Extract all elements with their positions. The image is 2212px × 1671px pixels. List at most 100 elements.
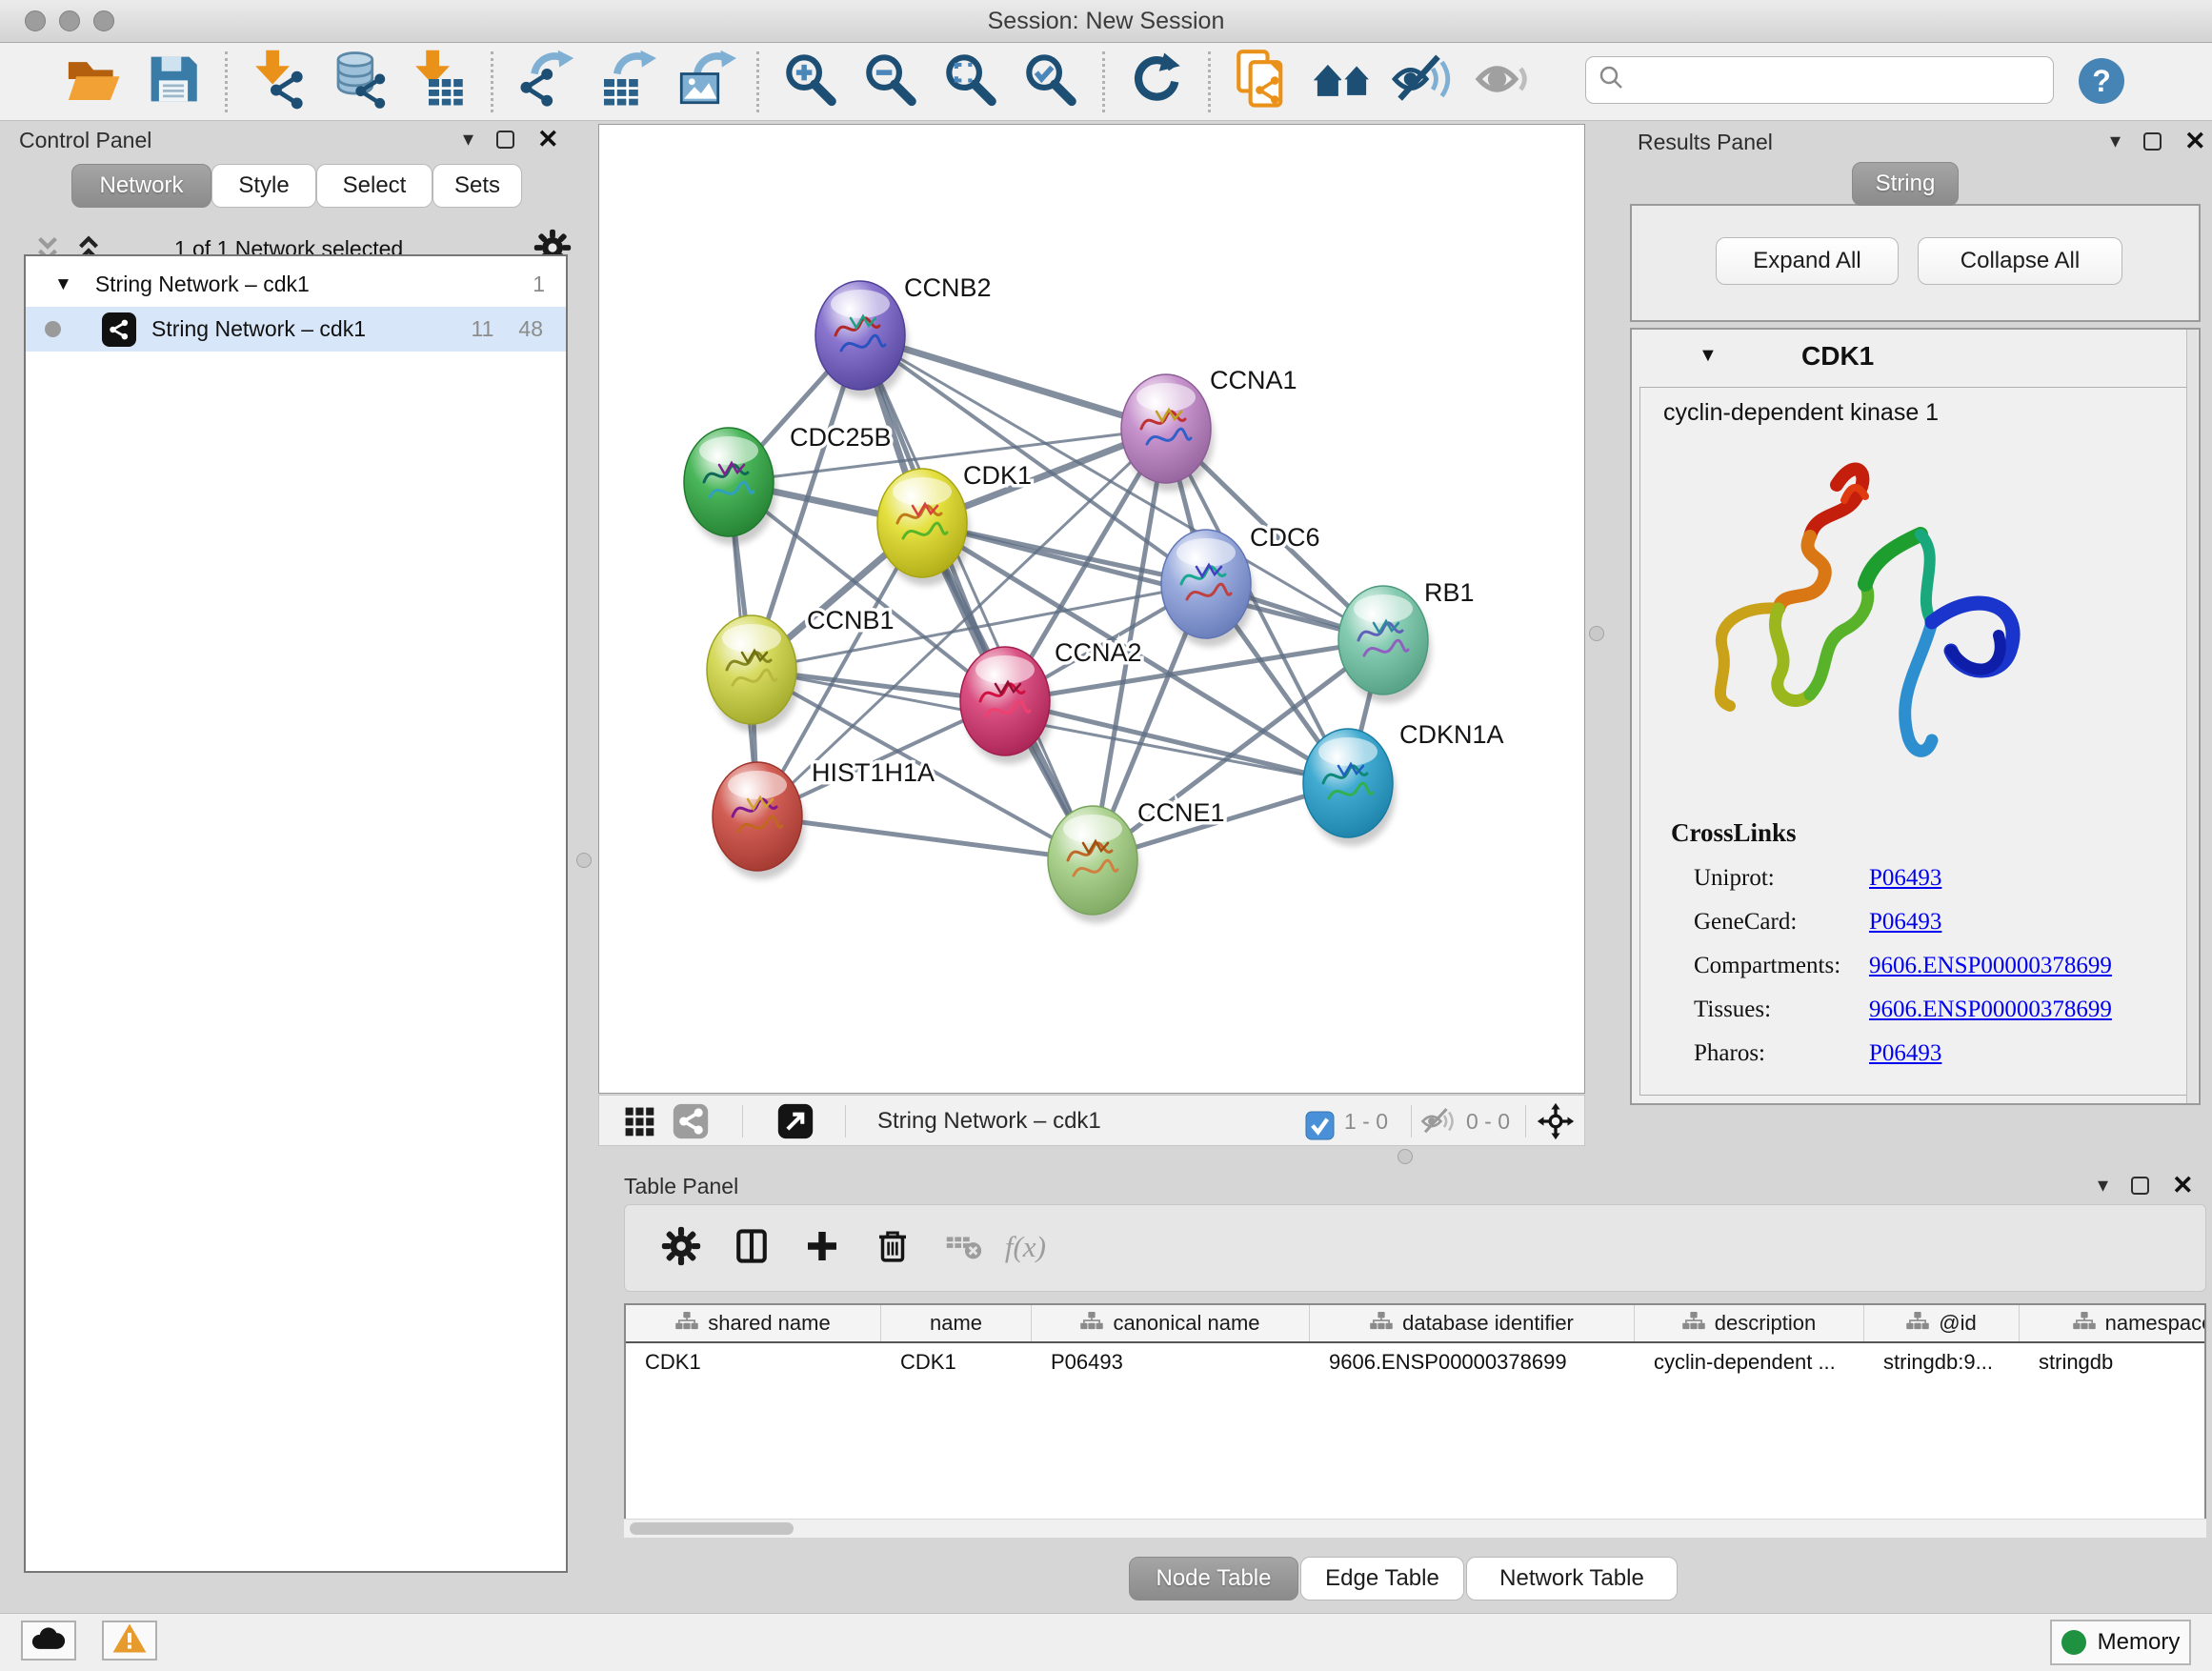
memory-button[interactable]: Memory (2050, 1620, 2191, 1665)
network-collection-row[interactable]: ▼ String Network – cdk1 1 (26, 262, 566, 307)
delete-columns-trash-icon (873, 1226, 913, 1271)
first-neighbors-button[interactable] (1302, 46, 1382, 118)
hidden-eye-icon (1418, 1102, 1457, 1140)
delete-table-disabled-icon (941, 1224, 985, 1273)
import-network-from-file-button[interactable] (239, 46, 319, 118)
show-column-panel-button[interactable] (716, 1215, 787, 1281)
table-panel-collapse-icon[interactable]: ▾ (2098, 1176, 2108, 1195)
results-panel-collapse-icon[interactable]: ▾ (2110, 131, 2121, 151)
zoom-fit-content-icon (939, 48, 1002, 115)
node-RB1[interactable] (1338, 586, 1431, 703)
tab-style[interactable]: Style (211, 164, 316, 208)
right-splitter-handle[interactable] (1589, 626, 1604, 641)
delete-columns-trash-button[interactable] (857, 1215, 928, 1281)
column-header-name[interactable]: name (881, 1305, 1032, 1341)
crosslink-label: Compartments: (1694, 953, 1869, 979)
zoom-out-button[interactable] (851, 46, 931, 118)
open-view-in-window-icon[interactable] (776, 1102, 814, 1140)
cloud-icon (30, 1624, 68, 1658)
expand-all-button[interactable]: Expand All (1716, 237, 1899, 285)
node-HIST1H1A[interactable] (713, 762, 805, 879)
control-panel-float-icon[interactable] (496, 131, 514, 149)
tab-network-table[interactable]: Network Table (1466, 1557, 1678, 1601)
network-share-icon[interactable] (672, 1102, 710, 1140)
tab-network[interactable]: Network (71, 164, 211, 208)
node-CDC25B[interactable] (684, 428, 776, 545)
results-panel-close-icon[interactable]: ✕ (2184, 131, 2206, 151)
node-CCNA2[interactable] (960, 647, 1053, 764)
column-header-description[interactable]: description (1635, 1305, 1864, 1341)
node-CCNB1[interactable] (707, 615, 799, 733)
table-panel-float-icon[interactable] (2131, 1177, 2149, 1195)
network-snapshot-button[interactable] (1222, 46, 1302, 118)
column-header-shared-name[interactable]: shared name (626, 1305, 881, 1341)
node-CDK1[interactable] (877, 469, 970, 586)
warnings-button[interactable] (102, 1621, 157, 1661)
collection-expander-icon[interactable]: ▼ (54, 274, 72, 295)
column-header--id[interactable]: @id (1864, 1305, 2020, 1341)
table-options-gear-button[interactable] (646, 1215, 716, 1281)
node-CCNB2[interactable] (815, 281, 908, 398)
left-splitter-handle[interactable] (576, 853, 592, 868)
sitemap-icon (1906, 1311, 1929, 1336)
crosslinks-heading: CrossLinks (1671, 818, 1797, 848)
toolbar-separator (491, 51, 493, 112)
table-row[interactable]: CDK1CDK1P064939606.ENSP00000378699cyclin… (626, 1343, 2204, 1381)
bottom-splitter-handle[interactable] (1398, 1149, 1413, 1164)
crosslink-value-link[interactable]: 9606.ENSP00000378699 (1869, 953, 2112, 979)
column-header-database-identifier[interactable]: database identifier (1310, 1305, 1635, 1341)
edge-HIST1H1A-CCNE1[interactable] (757, 816, 1093, 860)
help-button[interactable]: ? (2079, 58, 2124, 104)
import-network-from-database-button[interactable] (319, 46, 399, 118)
crosslink-value-link[interactable]: P06493 (1869, 1040, 1941, 1067)
gene-expander-icon[interactable]: ▼ (1699, 345, 1718, 367)
export-table-icon (593, 48, 656, 115)
node-CCNE1[interactable] (1048, 806, 1140, 923)
import-table-from-file-button[interactable] (399, 46, 479, 118)
open-session-button[interactable] (53, 46, 133, 118)
export-table-button[interactable] (585, 46, 665, 118)
zoom-fit-content-button[interactable] (931, 46, 1011, 118)
crosslink-value-link[interactable]: 9606.ENSP00000378699 (1869, 997, 2112, 1023)
save-session-button[interactable] (133, 46, 213, 118)
show-all-button[interactable] (1462, 46, 1542, 118)
zoom-selected-region-button[interactable] (1011, 46, 1091, 118)
export-network-button[interactable] (505, 46, 585, 118)
search-box[interactable] (1585, 56, 2054, 104)
table-panel-close-icon[interactable]: ✕ (2172, 1176, 2194, 1195)
hide-selected-button[interactable] (1382, 46, 1462, 118)
search-input[interactable] (1626, 67, 2030, 94)
cloud-button[interactable] (21, 1621, 76, 1661)
network-tree: ▼ String Network – cdk1 1 String Network… (24, 254, 568, 1573)
tab-select[interactable]: Select (316, 164, 432, 208)
export-image-button[interactable] (665, 46, 745, 118)
table-hscrollbar[interactable] (624, 1519, 2206, 1538)
node-CDC6[interactable] (1161, 530, 1254, 647)
collapse-all-button[interactable]: Collapse All (1918, 237, 2122, 285)
column-header-canonical-name[interactable]: canonical name (1032, 1305, 1310, 1341)
create-column-button[interactable] (787, 1215, 857, 1281)
node-CDKN1A[interactable] (1303, 729, 1396, 846)
crosslink-value-link[interactable]: P06493 (1869, 865, 1941, 892)
control-panel-close-icon[interactable]: ✕ (537, 130, 559, 149)
tab-node-table[interactable]: Node Table (1129, 1557, 1298, 1601)
grid-view-icon[interactable] (620, 1102, 658, 1140)
selected-checkbox-icon[interactable] (1300, 1106, 1338, 1144)
crosshair-icon[interactable] (1537, 1102, 1575, 1140)
node-CCNA1[interactable] (1121, 374, 1214, 492)
table-hscrollbar-thumb[interactable] (630, 1522, 794, 1535)
crosslink-value-link[interactable]: P06493 (1869, 909, 1941, 936)
zoom-in-button[interactable] (771, 46, 851, 118)
results-scrollbar[interactable] (2186, 330, 2198, 1103)
control-panel-collapse-icon[interactable]: ▾ (463, 130, 473, 149)
apply-preferred-layout-button[interactable] (1116, 46, 1196, 118)
crosslink-row: Compartments: 9606.ENSP00000378699 (1694, 944, 2170, 988)
network-canvas[interactable]: CCNB2CCNA1CDC25BCDK1CDC6RB1CCNB1CCNA2CDK… (598, 124, 1585, 1094)
tab-edge-table[interactable]: Edge Table (1300, 1557, 1464, 1601)
network-row[interactable]: String Network – cdk1 11 48 (26, 307, 566, 352)
tab-string[interactable]: String (1852, 162, 1959, 206)
results-panel-float-icon[interactable] (2143, 132, 2162, 151)
network-graph[interactable]: CCNB2CCNA1CDC25BCDK1CDC6RB1CCNB1CCNA2CDK… (599, 125, 1584, 1093)
tab-sets[interactable]: Sets (432, 164, 522, 208)
column-header-namespace[interactable]: namespace (2020, 1305, 2206, 1341)
